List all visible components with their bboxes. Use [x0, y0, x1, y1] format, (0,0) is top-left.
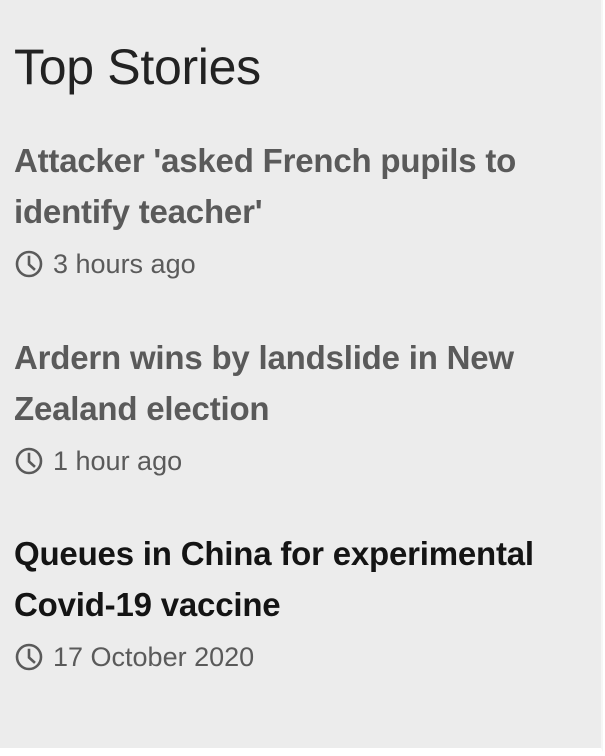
- story-headline-link[interactable]: Attacker 'asked French pupils to identif…: [14, 135, 599, 237]
- section-title: Top Stories: [14, 39, 261, 95]
- timestamp-text: 3 hours ago: [53, 248, 196, 279]
- top-stories-panel: Top Stories Attacker 'asked French pupil…: [0, 0, 603, 752]
- story-item: Queues in China for experimental Covid-1…: [14, 528, 599, 675]
- headline-line: Attacker 'asked French pupils to: [14, 142, 517, 179]
- story-headline-link[interactable]: Ardern wins by landslide in New Zealand …: [14, 332, 599, 434]
- story-timestamp: 1 hour ago: [14, 443, 599, 479]
- clock-icon: [14, 249, 44, 279]
- clock-icon: [14, 642, 44, 672]
- story-timestamp: 17 October 2020: [14, 639, 599, 675]
- story-timestamp: 3 hours ago: [14, 246, 599, 282]
- clock-icon: [14, 446, 44, 476]
- timestamp-text: 17 October 2020: [53, 641, 255, 672]
- headline-line: Ardern wins by landslide in New: [14, 339, 514, 376]
- story-item: Attacker 'asked French pupils to identif…: [14, 135, 599, 282]
- timestamp-text: 1 hour ago: [53, 445, 183, 476]
- story-item: Ardern wins by landslide in New Zealand …: [14, 332, 599, 479]
- headline-line: Covid-19 vaccine: [14, 586, 281, 623]
- headline-line: Queues in China for experimental: [14, 535, 534, 572]
- headline-line: identify teacher': [14, 193, 263, 230]
- story-headline-link[interactable]: Queues in China for experimental Covid-1…: [14, 528, 599, 630]
- headline-line: Zealand election: [14, 390, 270, 427]
